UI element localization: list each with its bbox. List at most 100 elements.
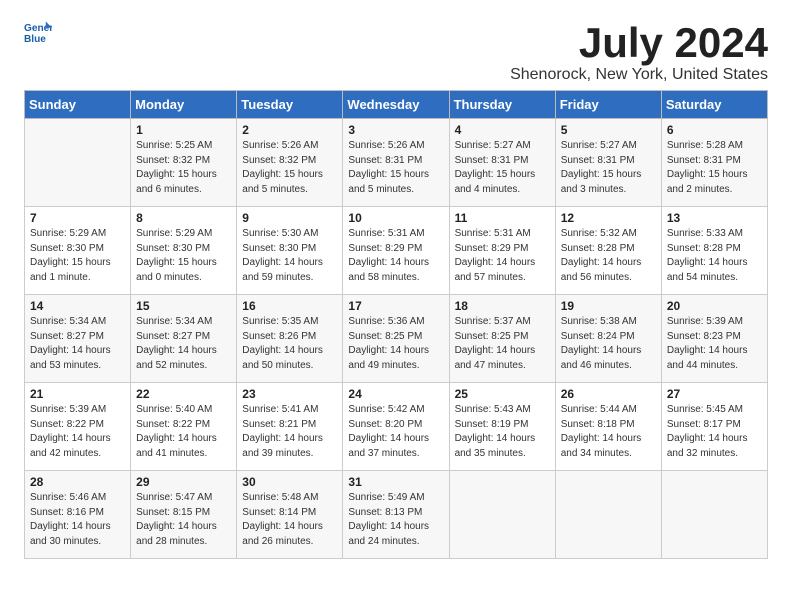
logo: General Blue	[24, 20, 52, 48]
title-block: July 2024 Shenorock, New York, United St…	[510, 20, 768, 84]
cell-content: Sunrise: 5:26 AM Sunset: 8:32 PM Dayligh…	[242, 139, 337, 197]
location: Shenorock, New York, United States	[510, 66, 768, 84]
calendar-cell: 3 Sunrise: 5:26 AM Sunset: 8:31 PM Daylig…	[343, 119, 449, 207]
cell-content: Sunrise: 5:45 AM Sunset: 8:17 PM Dayligh…	[667, 403, 762, 461]
cell-content: Sunrise: 5:32 AM Sunset: 8:28 PM Dayligh…	[561, 227, 656, 285]
calendar-week-row: 21Sunrise: 5:39 AM Sunset: 8:22 PM Dayli…	[25, 383, 768, 471]
day-number: 16	[242, 299, 337, 313]
day-number: 28	[30, 475, 125, 489]
day-number: 6	[667, 123, 762, 137]
calendar-cell: 25 Sunrise: 5:43 AM Sunset: 8:19 PM Dayli…	[449, 383, 555, 471]
calendar-cell: 19 Sunrise: 5:38 AM Sunset: 8:24 PM Dayli…	[555, 295, 661, 383]
calendar-cell: 6Sunrise: 5:28 AM Sunset: 8:31 PM Daylig…	[661, 119, 767, 207]
calendar-cell: 13 Sunrise: 5:33 AM Sunset: 8:28 PM Dayli…	[661, 207, 767, 295]
day-number: 8	[136, 211, 231, 225]
cell-content: Sunrise: 5:30 AM Sunset: 8:30 PM Dayligh…	[242, 227, 337, 285]
calendar-cell: 8Sunrise: 5:29 AM Sunset: 8:30 PM Daylig…	[131, 207, 237, 295]
day-of-week-header: Sunday	[25, 91, 131, 119]
day-number: 5	[561, 123, 656, 137]
cell-content: Sunrise: 5:46 AM Sunset: 8:16 PM Dayligh…	[30, 491, 125, 549]
svg-text:Blue: Blue	[24, 34, 46, 45]
cell-content: Sunrise: 5:48 AM Sunset: 8:14 PM Dayligh…	[242, 491, 337, 549]
day-number: 13	[667, 211, 762, 225]
day-number: 18	[455, 299, 550, 313]
day-number: 14	[30, 299, 125, 313]
calendar-cell: 27 Sunrise: 5:45 AM Sunset: 8:17 PM Dayli…	[661, 383, 767, 471]
calendar-body: 1Sunrise: 5:25 AM Sunset: 8:32 PM Daylig…	[25, 119, 768, 559]
cell-content: Sunrise: 5:26 AM Sunset: 8:31 PM Dayligh…	[348, 139, 443, 197]
day-number: 19	[561, 299, 656, 313]
cell-content: Sunrise: 5:25 AM Sunset: 8:32 PM Dayligh…	[136, 139, 231, 197]
day-of-week-header: Monday	[131, 91, 237, 119]
calendar-header-row: SundayMondayTuesdayWednesdayThursdayFrid…	[25, 91, 768, 119]
calendar-cell: 11Sunrise: 5:31 AM Sunset: 8:29 PM Dayli…	[449, 207, 555, 295]
calendar-cell: 7 Sunrise: 5:29 AM Sunset: 8:30 PM Daylig…	[25, 207, 131, 295]
calendar-cell	[449, 471, 555, 559]
calendar-cell: 16 Sunrise: 5:35 AM Sunset: 8:26 PM Dayli…	[237, 295, 343, 383]
cell-content: Sunrise: 5:49 AM Sunset: 8:13 PM Dayligh…	[348, 491, 443, 549]
day-of-week-header: Friday	[555, 91, 661, 119]
calendar-week-row: 1Sunrise: 5:25 AM Sunset: 8:32 PM Daylig…	[25, 119, 768, 207]
calendar-cell: 26 Sunrise: 5:44 AM Sunset: 8:18 PM Dayli…	[555, 383, 661, 471]
calendar-cell: 31 Sunrise: 5:49 AM Sunset: 8:13 PM Dayli…	[343, 471, 449, 559]
cell-content: Sunrise: 5:35 AM Sunset: 8:26 PM Dayligh…	[242, 315, 337, 373]
cell-content: Sunrise: 5:36 AM Sunset: 8:25 PM Dayligh…	[348, 315, 443, 373]
calendar-week-row: 14 Sunrise: 5:34 AM Sunset: 8:27 PM Dayli…	[25, 295, 768, 383]
cell-content: Sunrise: 5:41 AM Sunset: 8:21 PM Dayligh…	[242, 403, 337, 461]
cell-content: Sunrise: 5:31 AM Sunset: 8:29 PM Dayligh…	[348, 227, 443, 285]
day-number: 3	[348, 123, 443, 137]
cell-content: Sunrise: 5:34 AM Sunset: 8:27 PM Dayligh…	[30, 315, 125, 373]
cell-content: Sunrise: 5:27 AM Sunset: 8:31 PM Dayligh…	[455, 139, 550, 197]
cell-content: Sunrise: 5:31 AM Sunset: 8:29 PM Dayligh…	[455, 227, 550, 285]
cell-content: Sunrise: 5:39 AM Sunset: 8:23 PM Dayligh…	[667, 315, 762, 373]
calendar-cell: 1Sunrise: 5:25 AM Sunset: 8:32 PM Daylig…	[131, 119, 237, 207]
calendar-cell: 5 Sunrise: 5:27 AM Sunset: 8:31 PM Daylig…	[555, 119, 661, 207]
day-number: 9	[242, 211, 337, 225]
day-of-week-header: Tuesday	[237, 91, 343, 119]
day-of-week-header: Wednesday	[343, 91, 449, 119]
calendar-cell	[25, 119, 131, 207]
day-number: 17	[348, 299, 443, 313]
day-number: 29	[136, 475, 231, 489]
calendar-cell: 21Sunrise: 5:39 AM Sunset: 8:22 PM Dayli…	[25, 383, 131, 471]
day-number: 30	[242, 475, 337, 489]
cell-content: Sunrise: 5:43 AM Sunset: 8:19 PM Dayligh…	[455, 403, 550, 461]
day-number: 23	[242, 387, 337, 401]
day-number: 24	[348, 387, 443, 401]
cell-content: Sunrise: 5:37 AM Sunset: 8:25 PM Dayligh…	[455, 315, 550, 373]
calendar-week-row: 7 Sunrise: 5:29 AM Sunset: 8:30 PM Daylig…	[25, 207, 768, 295]
calendar-cell: 17 Sunrise: 5:36 AM Sunset: 8:25 PM Dayli…	[343, 295, 449, 383]
calendar-cell: 2Sunrise: 5:26 AM Sunset: 8:32 PM Daylig…	[237, 119, 343, 207]
cell-content: Sunrise: 5:38 AM Sunset: 8:24 PM Dayligh…	[561, 315, 656, 373]
calendar-cell: 10Sunrise: 5:31 AM Sunset: 8:29 PM Dayli…	[343, 207, 449, 295]
calendar-cell: 24 Sunrise: 5:42 AM Sunset: 8:20 PM Dayli…	[343, 383, 449, 471]
day-number: 15	[136, 299, 231, 313]
cell-content: Sunrise: 5:39 AM Sunset: 8:22 PM Dayligh…	[30, 403, 125, 461]
day-number: 7	[30, 211, 125, 225]
day-number: 31	[348, 475, 443, 489]
day-number: 4	[455, 123, 550, 137]
cell-content: Sunrise: 5:34 AM Sunset: 8:27 PM Dayligh…	[136, 315, 231, 373]
cell-content: Sunrise: 5:44 AM Sunset: 8:18 PM Dayligh…	[561, 403, 656, 461]
day-of-week-header: Saturday	[661, 91, 767, 119]
cell-content: Sunrise: 5:33 AM Sunset: 8:28 PM Dayligh…	[667, 227, 762, 285]
day-number: 25	[455, 387, 550, 401]
calendar-cell: 15 Sunrise: 5:34 AM Sunset: 8:27 PM Dayli…	[131, 295, 237, 383]
day-number: 22	[136, 387, 231, 401]
day-number: 27	[667, 387, 762, 401]
day-number: 26	[561, 387, 656, 401]
calendar-cell	[555, 471, 661, 559]
cell-content: Sunrise: 5:29 AM Sunset: 8:30 PM Dayligh…	[30, 227, 125, 285]
calendar-cell: 28 Sunrise: 5:46 AM Sunset: 8:16 PM Dayli…	[25, 471, 131, 559]
month-title: July 2024	[510, 20, 768, 66]
cell-content: Sunrise: 5:42 AM Sunset: 8:20 PM Dayligh…	[348, 403, 443, 461]
calendar-cell: 14 Sunrise: 5:34 AM Sunset: 8:27 PM Dayli…	[25, 295, 131, 383]
calendar-cell: 12Sunrise: 5:32 AM Sunset: 8:28 PM Dayli…	[555, 207, 661, 295]
cell-content: Sunrise: 5:27 AM Sunset: 8:31 PM Dayligh…	[561, 139, 656, 197]
cell-content: Sunrise: 5:40 AM Sunset: 8:22 PM Dayligh…	[136, 403, 231, 461]
calendar-table: SundayMondayTuesdayWednesdayThursdayFrid…	[24, 90, 768, 559]
calendar-cell	[661, 471, 767, 559]
cell-content: Sunrise: 5:47 AM Sunset: 8:15 PM Dayligh…	[136, 491, 231, 549]
page-header: General Blue July 2024 Shenorock, New Yo…	[24, 20, 768, 84]
day-of-week-header: Thursday	[449, 91, 555, 119]
